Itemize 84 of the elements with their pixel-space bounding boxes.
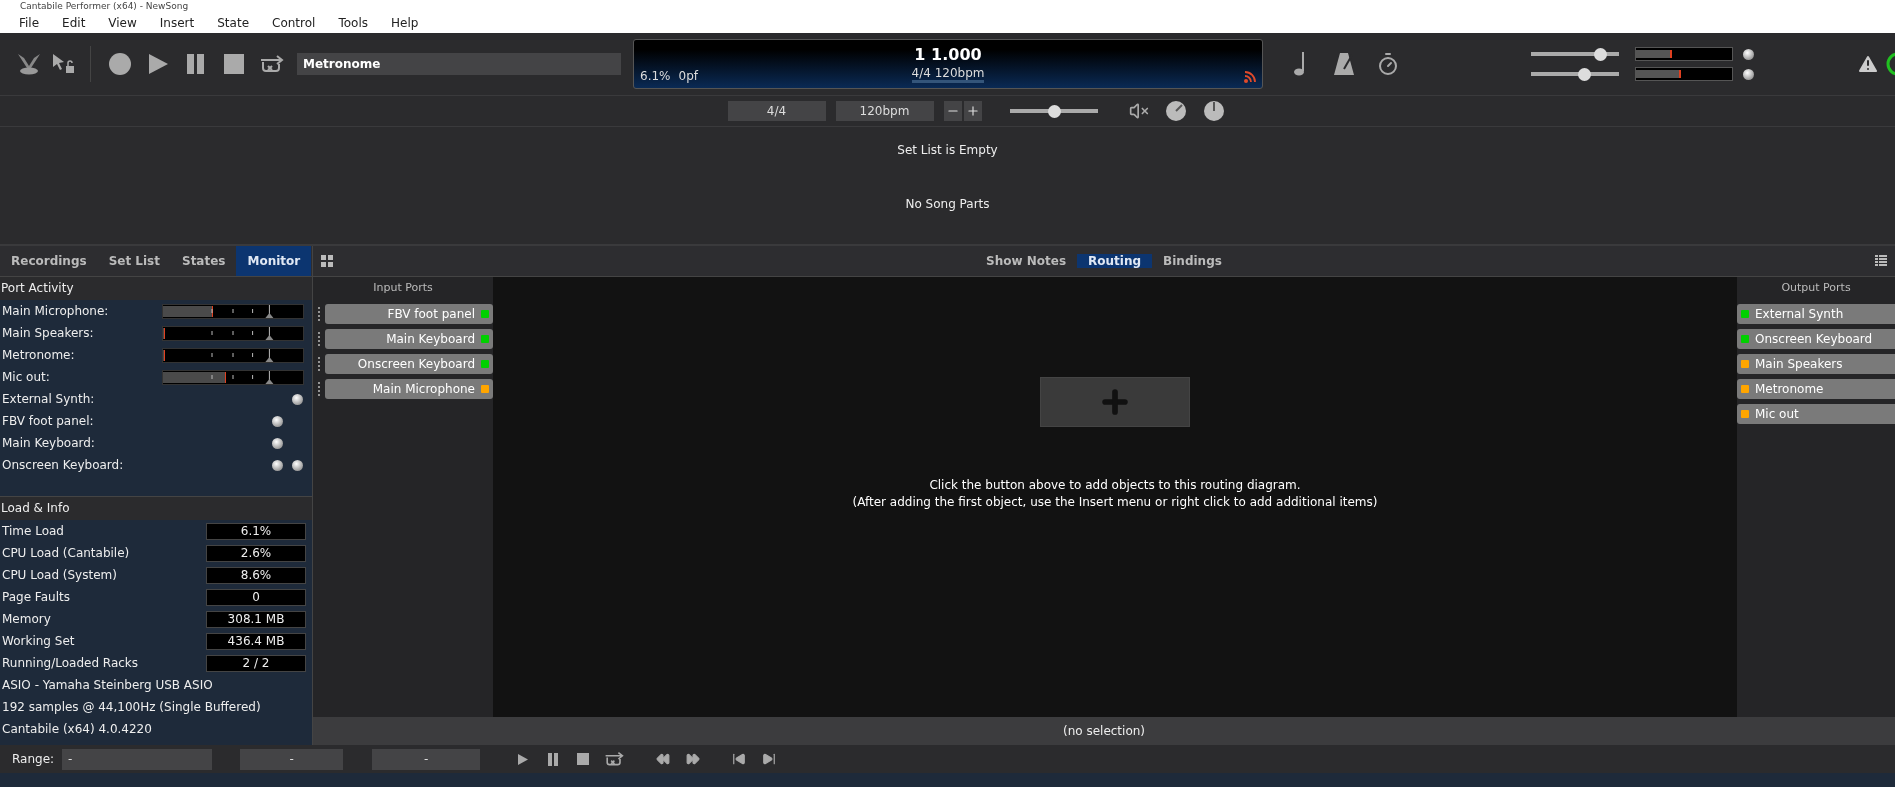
drag-handle-icon[interactable] — [317, 331, 321, 346]
output-port-button[interactable]: Onscreen Keyboard — [1737, 328, 1895, 349]
time-signature-field[interactable]: 4/4 — [727, 101, 826, 121]
menu-item[interactable]: Control — [263, 15, 330, 30]
info-label: CPU Load (Cantabile) — [2, 546, 131, 560]
range-field[interactable]: - — [372, 748, 481, 770]
ports-title: Output Ports — [1780, 280, 1852, 296]
range-label: Range: — [12, 752, 55, 766]
port-label: Onscreen Keyboard: — [2, 458, 125, 472]
drag-handle-icon[interactable] — [317, 381, 321, 396]
indicator-led — [1743, 48, 1754, 60]
selection-status: (no selection) — [313, 717, 1895, 745]
view-tab[interactable]: Routing — [1077, 254, 1153, 268]
section-header: Port Activity — [0, 277, 312, 300]
rss-icon — [1244, 71, 1256, 83]
port-label: Mic out: — [2, 370, 51, 384]
info-text: Cantabile (x64) 4.0.4220 — [1, 721, 153, 738]
ports-title: Input Ports — [372, 280, 434, 296]
menu-item[interactable]: Edit — [53, 15, 100, 30]
info-label: Page Faults — [2, 590, 71, 604]
input-port-button[interactable]: Onscreen Keyboard — [325, 353, 493, 374]
port-label: Main Keyboard: — [2, 436, 96, 450]
time-readout: 4/4 120bpm — [911, 66, 985, 83]
panel-tab[interactable]: Set List — [97, 246, 171, 276]
info-label: Memory — [2, 612, 52, 626]
menu-item[interactable]: Tools — [329, 15, 382, 30]
range-field[interactable]: - — [240, 748, 344, 770]
info-value: 2.6% — [206, 544, 306, 562]
grid-icon[interactable] — [321, 255, 333, 267]
info-value: 2 / 2 — [206, 654, 306, 672]
position-readout: 1 1.000 — [914, 45, 982, 64]
info-text: ASIO - Yamaha Steinberg USB ASIO — [1, 677, 214, 694]
page-faults-readout: 0pf — [678, 69, 698, 83]
menu-item[interactable]: View — [99, 15, 151, 30]
info-label: Time Load — [2, 524, 65, 538]
list-icon[interactable] — [1875, 255, 1887, 267]
info-value: 6.1% — [206, 522, 306, 540]
window-title: Cantabile Performer (x64) - NewSong — [20, 0, 189, 12]
info-value: 436.4 MB — [206, 632, 306, 650]
menu-item[interactable]: Help — [381, 15, 433, 30]
port-label: Metronome: — [2, 348, 76, 362]
minus-icon[interactable] — [943, 101, 962, 121]
slider-thumb[interactable] — [1047, 104, 1061, 118]
song-name-field[interactable]: Metronome — [297, 53, 621, 75]
info-value: 8.6% — [206, 566, 306, 584]
port-label: FBV foot panel: — [2, 414, 95, 428]
song-parts-message: No Song Parts — [905, 197, 990, 211]
menu-item[interactable]: State — [208, 15, 263, 30]
input-port-button[interactable]: Main Keyboard — [325, 328, 493, 349]
routing-hint: Click the button above to add objects to this routing diagram. (After adding the first object, use the Insert menu or right click to add additional items) — [852, 477, 1378, 511]
drag-handle-icon[interactable] — [317, 306, 321, 321]
set-list-message: Set List is Empty — [897, 143, 998, 157]
plus-icon[interactable] — [963, 101, 982, 121]
info-text: 192 samples @ 44,100Hz (Single Buffered) — [1, 699, 262, 716]
menu-item[interactable]: Insert — [150, 15, 209, 30]
section-header: Load & Info — [0, 496, 312, 520]
input-port-button[interactable]: Main Microphone — [325, 378, 493, 399]
view-tab[interactable]: Show Notes — [975, 254, 1078, 268]
status-ring-icon — [1885, 51, 1895, 77]
panel-tab[interactable]: Monitor — [236, 246, 312, 276]
info-value: 308.1 MB — [206, 610, 306, 628]
info-label: CPU Load (System) — [2, 568, 118, 582]
drag-handle-icon[interactable] — [317, 356, 321, 371]
tempo-field[interactable]: 120bpm — [835, 101, 934, 121]
info-label: Running/Loaded Racks — [2, 656, 140, 670]
input-port-button[interactable]: FBV foot panel — [325, 303, 493, 324]
slider-thumb[interactable] — [1577, 67, 1591, 81]
panel-tab[interactable]: Recordings — [0, 246, 98, 276]
port-label: Main Microphone: — [2, 304, 110, 318]
info-value: 0 — [206, 588, 306, 606]
panel-tab[interactable]: States — [171, 246, 237, 276]
port-label: Main Speakers: — [2, 326, 95, 340]
port-label: External Synth: — [2, 392, 96, 406]
load-readout: 6.1% — [640, 69, 671, 83]
slider-thumb[interactable] — [1593, 47, 1607, 61]
indicator-led — [1743, 68, 1754, 80]
menu-item[interactable]: File — [10, 15, 54, 30]
view-tab[interactable]: Bindings — [1152, 254, 1233, 268]
info-label: Working Set — [2, 634, 76, 648]
output-port-button[interactable]: Metronome — [1737, 378, 1895, 399]
range-field[interactable]: - — [62, 748, 213, 770]
output-port-button[interactable]: Mic out — [1737, 403, 1895, 424]
output-port-button[interactable]: Main Speakers — [1737, 353, 1895, 374]
output-port-button[interactable]: External Synth — [1737, 303, 1895, 324]
